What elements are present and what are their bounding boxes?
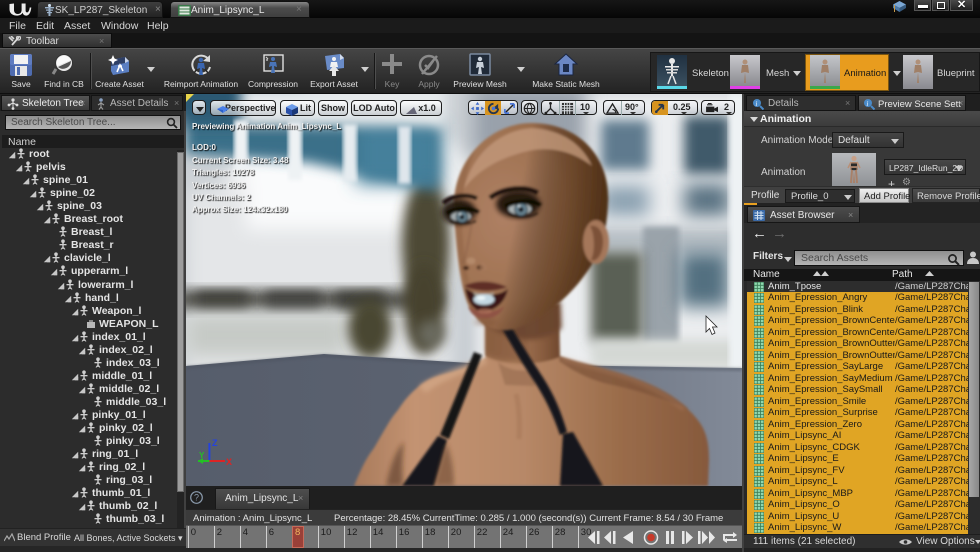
svg-text:i: i bbox=[755, 100, 757, 108]
svg-text:Z: Z bbox=[212, 438, 218, 448]
svg-text:X: X bbox=[226, 457, 232, 467]
svg-text:?: ? bbox=[194, 493, 199, 503]
svg-text:i: i bbox=[866, 100, 868, 108]
svg-text:Y: Y bbox=[199, 451, 205, 460]
